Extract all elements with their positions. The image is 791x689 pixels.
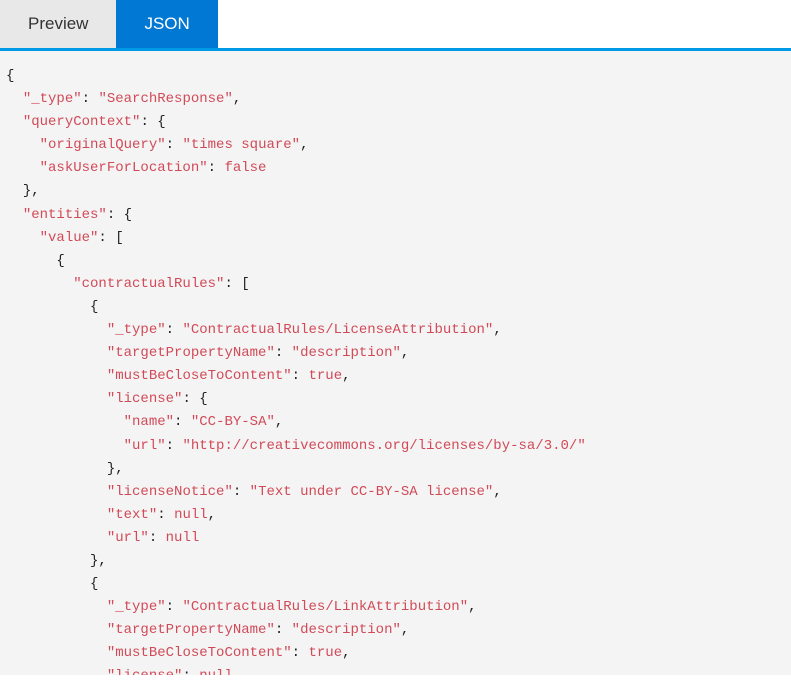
tab-preview[interactable]: Preview	[0, 0, 116, 48]
json-viewer: { "_type": "SearchResponse", "queryConte…	[0, 51, 791, 675]
json-code-block: { "_type": "SearchResponse", "queryConte…	[6, 65, 785, 675]
tab-json[interactable]: JSON	[116, 0, 217, 48]
tabs-bar: Preview JSON	[0, 0, 791, 51]
